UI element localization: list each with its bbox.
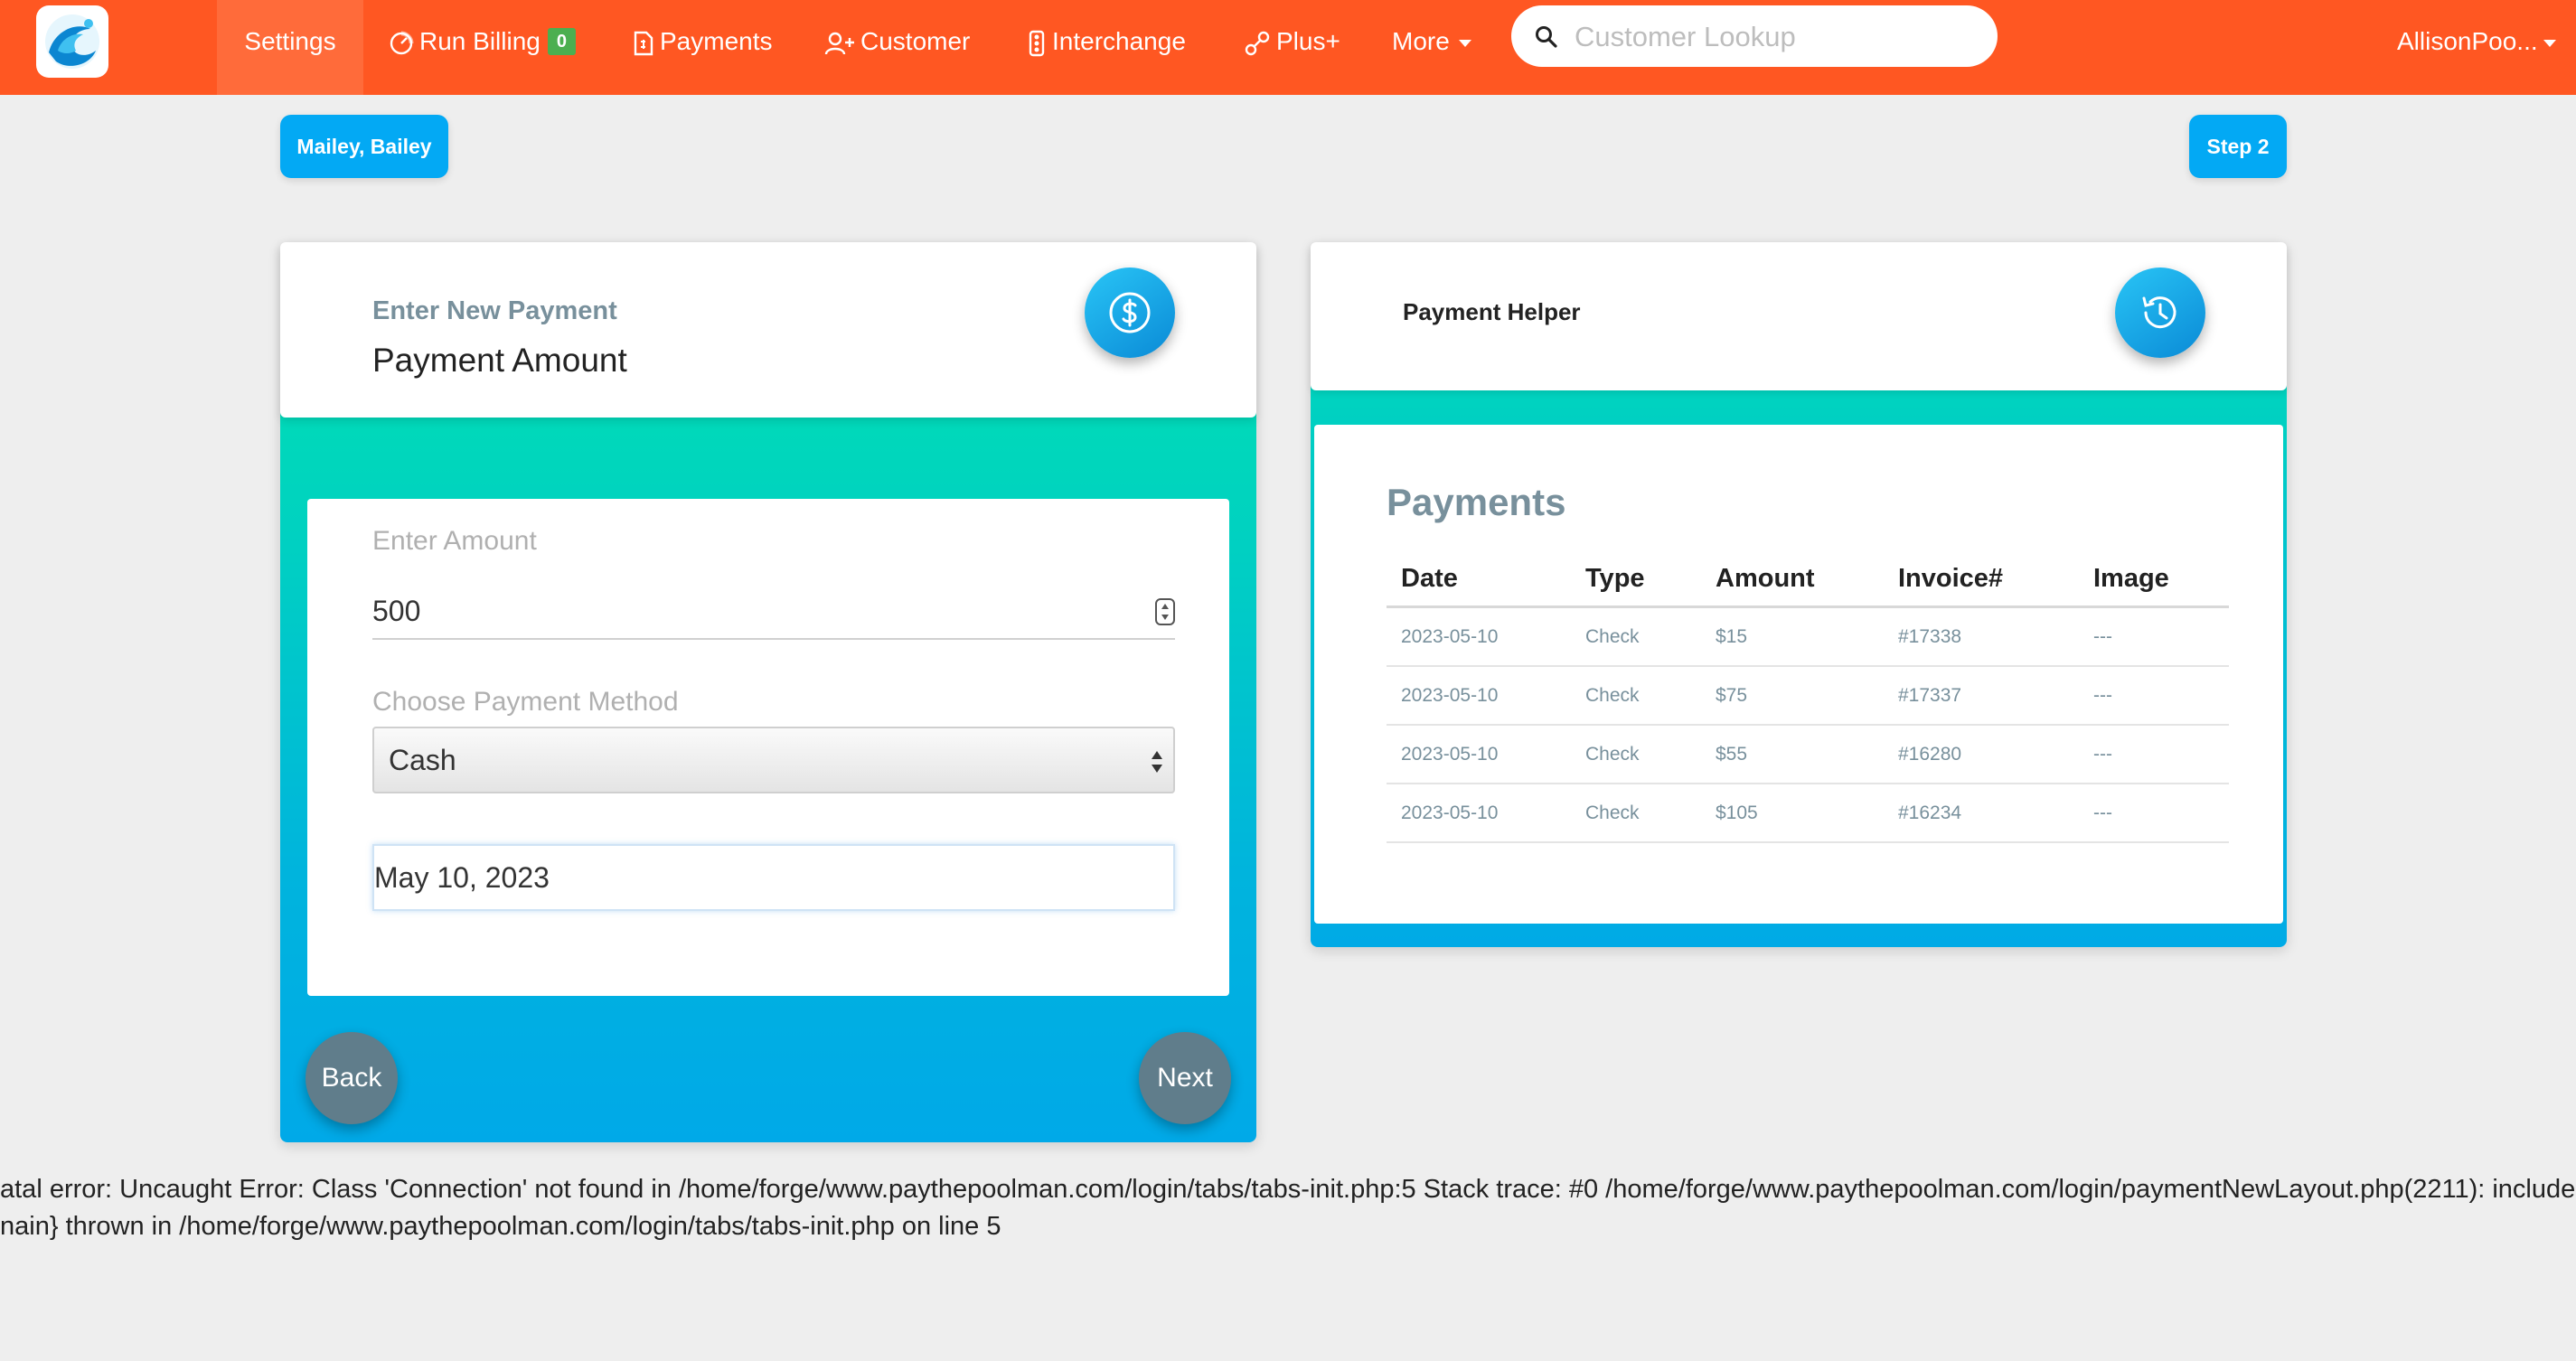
payment-method-select[interactable]: Cash: [372, 727, 1175, 793]
card-title: Payment Amount: [372, 342, 627, 379]
user-menu[interactable]: AllisonPoo...: [2397, 0, 2556, 83]
cell-date: 2023-05-10: [1387, 725, 1571, 784]
helper-card-header: Payment Helper: [1311, 242, 2287, 390]
nav-interchange-label: Interchange: [1052, 27, 1186, 55]
back-button[interactable]: Back: [306, 1032, 398, 1124]
amount-input[interactable]: 500: [372, 584, 1175, 640]
search-icon: [1536, 26, 1557, 48]
user-name: AllisonPoo...: [2397, 27, 2538, 55]
cell-image: ---: [2079, 666, 2229, 726]
nav-run-billing-label: Run Billing: [419, 27, 541, 55]
amount-label: Enter Amount: [372, 526, 537, 556]
nav-interchange[interactable]: Interchange: [1027, 0, 1186, 95]
dollar-icon: [1085, 268, 1175, 358]
table-row[interactable]: 2023-05-10 Check $55 #16280 ---: [1387, 725, 2229, 784]
nav-settings[interactable]: Settings: [217, 0, 363, 95]
table-row[interactable]: 2023-05-10 Check $75 #17337 ---: [1387, 666, 2229, 726]
nav-customer-label: Customer: [860, 27, 971, 55]
next-button[interactable]: Next: [1139, 1032, 1231, 1124]
cell-amount: $105: [1701, 784, 1884, 843]
caret-down-icon: [2543, 39, 2556, 47]
cell-amount: $75: [1701, 666, 1884, 726]
cell-date: 2023-05-10: [1387, 784, 1571, 843]
nav-plus[interactable]: Plus+: [1244, 0, 1340, 95]
customer-lookup-search[interactable]: [1511, 5, 1998, 67]
table-row[interactable]: 2023-05-10 Check $15 #17338 ---: [1387, 606, 2229, 667]
payment-method-label: Choose Payment Method: [372, 687, 679, 717]
col-image: Image: [2079, 551, 2229, 608]
amount-value: 500: [372, 595, 421, 627]
document-icon: [634, 31, 653, 55]
history-icon: [2115, 268, 2205, 358]
payment-helper-card: Payment Helper Payments Date Type Amount…: [1311, 242, 2287, 947]
cell-image: ---: [2079, 606, 2229, 667]
payments-table-title: Payments: [1387, 481, 1566, 523]
cell-amount: $15: [1701, 606, 1884, 667]
logo-wave-icon[interactable]: [36, 5, 108, 78]
helper-title: Payment Helper: [1403, 298, 1581, 325]
nav-plus-label: Plus+: [1276, 27, 1340, 55]
table-header-row: Date Type Amount Invoice# Image: [1387, 551, 2229, 608]
caret-down-icon: [1458, 39, 1471, 47]
cell-type: Check: [1571, 666, 1701, 726]
cell-date: 2023-05-10: [1387, 606, 1571, 667]
cell-invoice: #16280: [1884, 725, 2079, 784]
cell-invoice: #16234: [1884, 784, 2079, 843]
connection-icon: [1245, 31, 1270, 55]
billing-count-badge: 0: [547, 27, 576, 55]
select-arrows-icon: [1152, 751, 1162, 773]
nav-payments-label: Payments: [660, 27, 773, 55]
cell-amount: $55: [1701, 725, 1884, 784]
payment-date-value: May 10, 2023: [374, 861, 550, 894]
error-line-2: nain} thrown in /home/forge/www.paythepo…: [0, 1212, 1001, 1241]
payment-form: Enter Amount 500 Choose Payment Method C…: [307, 499, 1229, 996]
nav-more-dropdown[interactable]: More: [1392, 0, 1471, 95]
cell-date: 2023-05-10: [1387, 666, 1571, 726]
col-invoice: Invoice#: [1884, 551, 2079, 608]
cell-image: ---: [2079, 725, 2229, 784]
payment-entry-card: Enter New Payment Payment Amount Enter A…: [280, 242, 1256, 1142]
number-spinner-icon[interactable]: [1155, 598, 1175, 625]
nav-payments[interactable]: Payments: [633, 0, 773, 95]
cell-invoice: #17337: [1884, 666, 2079, 726]
traffic-light-icon: [1029, 30, 1045, 56]
payments-table-panel: Payments Date Type Amount Invoice# Image…: [1314, 425, 2283, 924]
payment-date-input[interactable]: May 10, 2023: [372, 844, 1175, 911]
payments-table: Date Type Amount Invoice# Image 2023-05-…: [1387, 551, 2229, 843]
cell-type: Check: [1571, 725, 1701, 784]
table-row[interactable]: 2023-05-10 Check $105 #16234 ---: [1387, 784, 2229, 843]
payment-method-value: Cash: [389, 744, 456, 776]
error-line-1: atal error: Uncaught Error: Class 'Conne…: [0, 1175, 2576, 1204]
top-navbar: Settings Run Billing 0 Payments Customer …: [0, 0, 2576, 95]
step-indicator-button[interactable]: Step 2: [2189, 115, 2287, 178]
nav-customer[interactable]: Customer: [824, 0, 970, 95]
cell-invoice: #17338: [1884, 606, 2079, 667]
gauge-icon: [390, 31, 414, 54]
cell-type: Check: [1571, 784, 1701, 843]
nav-settings-label: Settings: [244, 27, 336, 55]
col-amount: Amount: [1701, 551, 1884, 608]
card-subtitle: Enter New Payment: [372, 296, 617, 325]
search-input[interactable]: [1573, 14, 1974, 60]
customer-name-button[interactable]: Mailey, Bailey: [280, 115, 448, 178]
cell-image: ---: [2079, 784, 2229, 843]
cell-type: Check: [1571, 606, 1701, 667]
php-error-message: atal error: Uncaught Error: Class 'Conne…: [0, 1171, 2576, 1245]
nav-run-billing[interactable]: Run Billing 0: [389, 0, 576, 95]
col-date: Date: [1387, 551, 1571, 608]
payment-card-header: Enter New Payment Payment Amount: [280, 242, 1256, 418]
col-type: Type: [1571, 551, 1701, 608]
nav-more-label: More: [1392, 27, 1450, 55]
add-user-icon: [824, 32, 854, 54]
